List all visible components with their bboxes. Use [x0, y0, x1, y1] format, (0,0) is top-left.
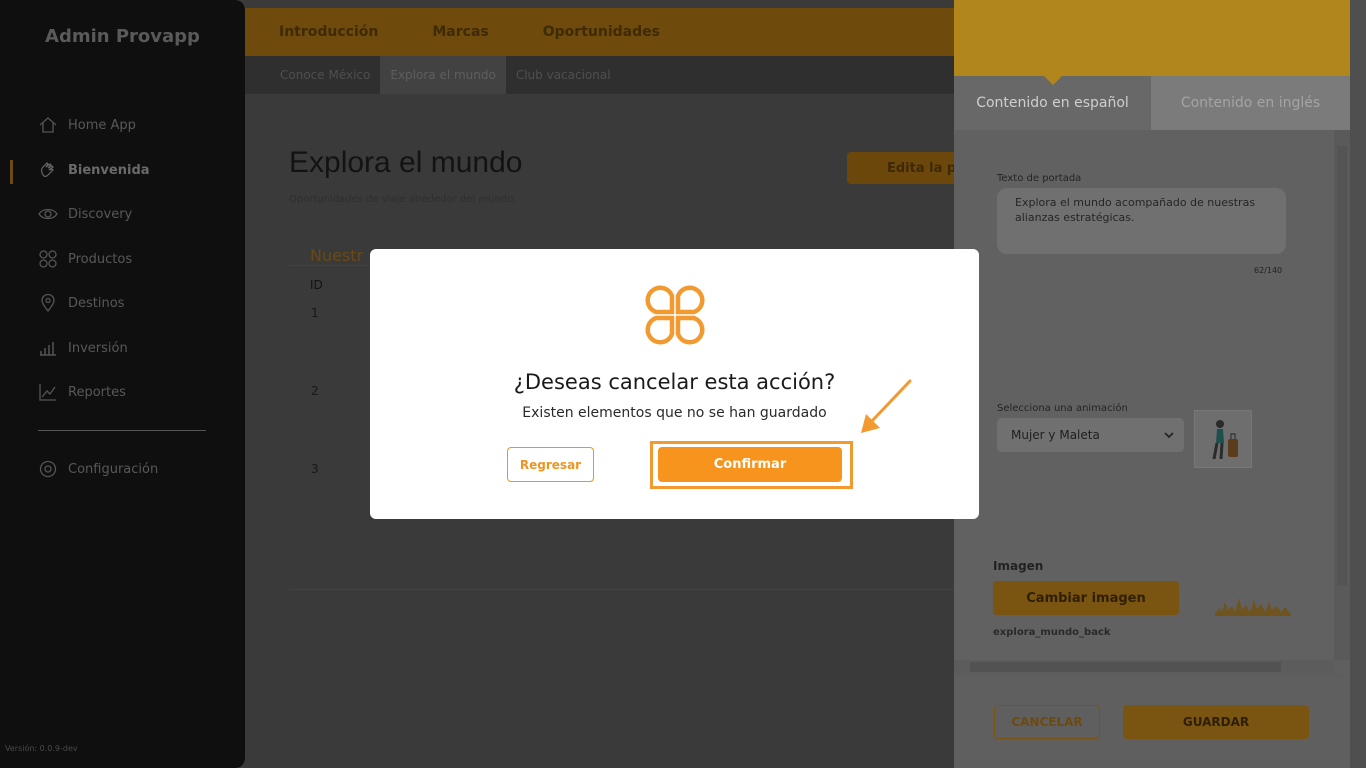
tab-oportunidades[interactable]: Oportunidades — [543, 24, 660, 40]
table-bottom-divider — [289, 589, 955, 590]
sidebar-item-label: Home App — [68, 117, 136, 133]
sidebar-item-label: Discovery — [68, 206, 133, 222]
confirm-button[interactable]: Confirmar — [658, 447, 842, 482]
sidebar-item-bienvenida[interactable]: Bienvenida — [38, 158, 150, 182]
hand-wave-icon — [38, 160, 58, 180]
active-tab-notch — [1044, 76, 1062, 85]
panel-horizontal-scrollbar[interactable] — [954, 660, 1334, 674]
active-nav-marker — [10, 160, 13, 184]
cancel-button[interactable]: CANCELAR — [994, 705, 1100, 739]
tab-contenido-ingles[interactable]: Contenido en inglés — [1151, 76, 1350, 130]
home-icon — [38, 115, 58, 135]
panel-tabs: Contenido en español Contenido en inglés — [954, 76, 1350, 130]
version-label: Versión: 0.0.9-dev — [5, 744, 78, 753]
sidebar-item-home-app[interactable]: Home App — [38, 113, 136, 137]
sidebar-item-label: Reportes — [68, 384, 126, 400]
sidebar-item-label: Configuración — [68, 461, 159, 477]
sidebar-item-label: Inversión — [68, 340, 128, 356]
app-logo-icon — [641, 281, 709, 349]
sidebar-item-discovery[interactable]: Discovery — [38, 202, 132, 226]
back-button[interactable]: Regresar — [507, 447, 594, 482]
animation-select[interactable]: Mujer y Maleta — [997, 418, 1184, 452]
sidebar-item-label: Destinos — [68, 295, 125, 311]
table-row-id: 3 — [311, 462, 319, 476]
gear-icon — [38, 459, 58, 479]
edit-panel: Contenido en español Contenido en inglés… — [954, 0, 1350, 768]
table-row-id: 1 — [311, 306, 319, 320]
grid-icon — [38, 249, 58, 269]
panel-body: Texto de portada Explora el mundo acompa… — [954, 130, 1334, 660]
page-subtitle: Oportunidades de viaje alrededor del mun… — [289, 194, 517, 205]
app-brand: Admin Provapp — [45, 26, 200, 47]
sidebar: Admin Provapp Home App Bienvenida Discov… — [0, 0, 245, 768]
sidebar-item-destinos[interactable]: Destinos — [38, 291, 124, 315]
annotation-arrow-icon — [855, 378, 915, 438]
subtab-explora-el-mundo[interactable]: Explora el mundo — [380, 56, 506, 94]
sidebar-divider — [38, 430, 206, 431]
line-chart-icon — [38, 382, 58, 402]
table-row-id: 2 — [311, 384, 319, 398]
tab-marcas[interactable]: Marcas — [432, 24, 488, 40]
eye-icon — [38, 204, 58, 224]
sidebar-item-productos[interactable]: Productos — [38, 247, 132, 271]
sidebar-item-configuracion[interactable]: Configuración — [38, 457, 158, 481]
image-file-name: explora_mundo_back — [993, 627, 1111, 638]
panel-footer-divider — [954, 675, 1350, 676]
sub-nav: Conoce México Explora el mundo Club vaca… — [245, 56, 955, 94]
page-title: Explora el mundo — [289, 146, 523, 179]
sidebar-item-inversion[interactable]: Inversión — [38, 336, 128, 360]
map-pin-icon — [38, 293, 58, 313]
animation-select-value: Mujer y Maleta — [1011, 428, 1100, 442]
column-header-id: ID — [310, 278, 323, 292]
section-heading: Nuestr — [310, 246, 364, 265]
change-image-button[interactable]: Cambiar imagen — [993, 581, 1179, 615]
animation-label: Selecciona una animación — [997, 403, 1128, 414]
panel-vertical-scrollbar[interactable] — [1334, 130, 1350, 660]
chevron-down-icon — [1164, 428, 1174, 442]
cover-image-preview — [1213, 590, 1293, 618]
cover-text-field[interactable]: Explora el mundo acompañado de nuestras … — [997, 188, 1286, 254]
sidebar-item-label: Bienvenida — [68, 162, 150, 178]
save-button[interactable]: GUARDAR — [1123, 705, 1309, 739]
top-nav: Introducción Marcas Oportunidades — [245, 8, 955, 56]
sidebar-item-reportes[interactable]: Reportes — [38, 380, 126, 404]
edit-cover-button[interactable]: Edita la po — [847, 152, 967, 184]
sidebar-item-label: Productos — [68, 251, 133, 267]
bar-chart-icon — [38, 338, 58, 358]
page-scrollbar-track — [1350, 0, 1366, 768]
animation-preview-image — [1194, 410, 1252, 468]
cover-text-label: Texto de portada — [997, 173, 1082, 184]
subtab-club-vacacional[interactable]: Club vacacional — [506, 56, 621, 94]
tab-introduccion[interactable]: Introducción — [279, 24, 378, 40]
panel-header — [954, 0, 1350, 76]
subtab-conoce-mexico[interactable]: Conoce México — [270, 56, 380, 94]
char-counter: 62/140 — [1254, 266, 1283, 275]
image-label: Imagen — [993, 559, 1044, 573]
